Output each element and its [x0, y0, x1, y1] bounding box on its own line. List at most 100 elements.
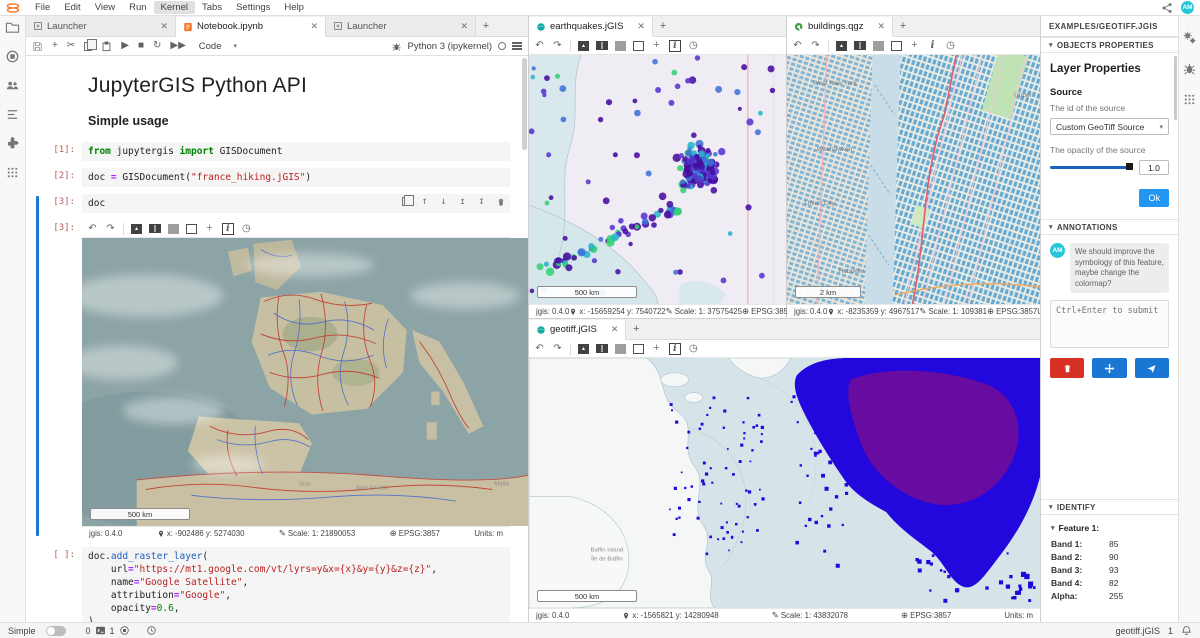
cell-editor[interactable]: from jupytergis import GISDocument — [82, 142, 510, 161]
menu-help[interactable]: Help — [277, 1, 311, 14]
tab-geotiff[interactable]: geotiff.jGIS ✕ — [529, 320, 626, 340]
basemap-icon[interactable] — [149, 224, 161, 233]
layer-browser-icon[interactable] — [578, 41, 589, 51]
fill-icon[interactable] — [873, 41, 884, 51]
table-of-contents-icon[interactable] — [5, 107, 20, 122]
redo-icon[interactable] — [552, 40, 563, 52]
user-avatar[interactable]: AM — [1181, 1, 1194, 14]
layer-browser-icon[interactable] — [131, 224, 142, 234]
restart-kernel-icon[interactable]: ↻ — [153, 41, 161, 51]
identify-icon[interactable] — [669, 343, 681, 355]
insert-cell-icon[interactable]: + — [52, 41, 58, 51]
fill-icon[interactable] — [615, 344, 626, 354]
identify-icon[interactable] — [669, 40, 681, 52]
insert-below-icon[interactable]: ↧ — [476, 196, 487, 207]
undo-icon[interactable] — [792, 40, 803, 52]
close-icon[interactable]: ✕ — [460, 21, 468, 32]
move-up-icon[interactable]: ↑ — [419, 196, 430, 207]
redo-icon[interactable] — [552, 343, 563, 355]
france-map[interactable]: Malta Alger AX-180 Oran 500 km — [82, 238, 528, 526]
move-down-icon[interactable]: ↓ — [438, 196, 449, 207]
temporal-slider-icon[interactable] — [241, 223, 252, 235]
toolbar-menu-icon[interactable] — [512, 41, 522, 52]
cell-editor[interactable]: doc.add_raster_layer( url="https://mt1.g… — [82, 547, 510, 622]
close-icon[interactable]: ✕ — [611, 324, 619, 335]
file-browser-icon[interactable] — [5, 20, 20, 35]
undo-icon[interactable] — [534, 343, 545, 355]
add-layer-icon[interactable] — [651, 40, 662, 52]
paste-icon[interactable] — [101, 41, 112, 52]
opacity-value[interactable]: 1.0 — [1139, 160, 1169, 175]
close-icon[interactable]: ✕ — [877, 21, 885, 32]
run-all-icon[interactable]: ▶▶ — [170, 41, 185, 51]
add-layer-icon[interactable] — [651, 343, 662, 355]
menu-run[interactable]: Run — [122, 1, 153, 14]
slider-thumb[interactable] — [1126, 163, 1133, 170]
current-document-label[interactable]: geotiff.jGIS — [1116, 626, 1160, 636]
panel-scrollbar[interactable] — [1174, 56, 1177, 120]
zoom-extent-icon[interactable] — [633, 41, 644, 51]
cell-editor[interactable]: doc↑↓↥↧ — [82, 194, 510, 213]
zoom-extent-icon[interactable] — [633, 344, 644, 354]
layer-browser-icon[interactable] — [836, 41, 847, 51]
property-inspector-icon[interactable] — [1182, 30, 1197, 45]
annotation-input[interactable]: Ctrl+Enter to submit — [1050, 300, 1169, 348]
kernel-usage-icon[interactable] — [1182, 92, 1197, 107]
menu-edit[interactable]: Edit — [57, 1, 87, 14]
close-icon[interactable]: ✕ — [160, 21, 168, 32]
notebook-scrollbar[interactable] — [522, 58, 527, 150]
opacity-slider[interactable] — [1050, 166, 1133, 169]
history-icon[interactable] — [146, 625, 157, 636]
delete-icon[interactable] — [495, 196, 506, 207]
geotiff-map[interactable]: Baffin Island Île de Baffin 500 km — [529, 358, 1040, 608]
menu-file[interactable]: File — [28, 1, 57, 14]
collaboration-icon[interactable] — [5, 78, 20, 93]
kernel-sessions-icon[interactable] — [119, 625, 130, 636]
add-tab-button[interactable]: + — [476, 16, 496, 36]
temporal-slider-icon[interactable] — [688, 343, 699, 355]
section-objects-properties[interactable]: ▾OBJECTS PROPERTIES — [1041, 37, 1178, 53]
basemap-icon[interactable] — [596, 344, 608, 353]
debugger-icon[interactable] — [1182, 61, 1197, 76]
share-icon[interactable] — [1161, 2, 1173, 14]
cell-editor[interactable]: doc = GISDocument("france_hiking.jGIS") — [82, 168, 510, 187]
undo-icon[interactable] — [534, 40, 545, 52]
add-tab-button[interactable]: + — [626, 319, 646, 339]
earthquakes-map[interactable]: 500 km — [529, 55, 786, 304]
duplicate-icon[interactable] — [400, 196, 411, 207]
feature-heading[interactable]: ▾Feature 1: — [1051, 523, 1168, 533]
tab-buildings[interactable]: buildings.qgz ✕ — [787, 17, 893, 37]
layer-browser-icon[interactable] — [578, 344, 589, 354]
add-layer-icon[interactable] — [204, 223, 215, 235]
submit-annotation-button[interactable] — [1135, 358, 1169, 378]
menu-kernel[interactable]: Kernel — [154, 1, 195, 14]
insert-above-icon[interactable]: ↥ — [457, 196, 468, 207]
redo-icon[interactable] — [105, 223, 116, 235]
temporal-slider-icon[interactable] — [688, 40, 699, 52]
identify-icon[interactable] — [222, 223, 234, 235]
add-layer-icon[interactable] — [909, 40, 920, 52]
fill-icon[interactable] — [168, 224, 179, 234]
cell-type-select[interactable]: Code▾ — [199, 41, 237, 52]
identify-icon[interactable] — [927, 40, 938, 52]
basemap-icon[interactable] — [596, 41, 608, 50]
close-icon[interactable]: ✕ — [310, 21, 318, 32]
center-annotation-button[interactable] — [1092, 358, 1126, 378]
add-tab-button[interactable]: + — [893, 16, 913, 36]
simple-mode-toggle[interactable] — [46, 626, 66, 636]
temporal-slider-icon[interactable] — [945, 40, 956, 52]
menu-tabs[interactable]: Tabs — [195, 1, 229, 14]
menu-settings[interactable]: Settings — [229, 1, 277, 14]
source-select[interactable]: Custom GeoTiff Source▾ — [1050, 118, 1169, 135]
save-icon[interactable] — [32, 41, 43, 52]
zoom-extent-icon[interactable] — [891, 41, 902, 51]
section-annotations[interactable]: ▾ANNOTATIONS — [1041, 219, 1178, 235]
section-identify[interactable]: ▾IDENTIFY — [1041, 499, 1178, 515]
kernel-name[interactable]: Python 3 (ipykernel) — [408, 41, 492, 52]
close-icon[interactable]: ✕ — [637, 21, 645, 32]
redo-icon[interactable] — [810, 40, 821, 52]
bell-icon[interactable] — [1181, 625, 1192, 636]
running-sessions-icon[interactable] — [5, 49, 20, 64]
copy-icon[interactable] — [84, 42, 92, 51]
basemap-icon[interactable] — [854, 41, 866, 50]
